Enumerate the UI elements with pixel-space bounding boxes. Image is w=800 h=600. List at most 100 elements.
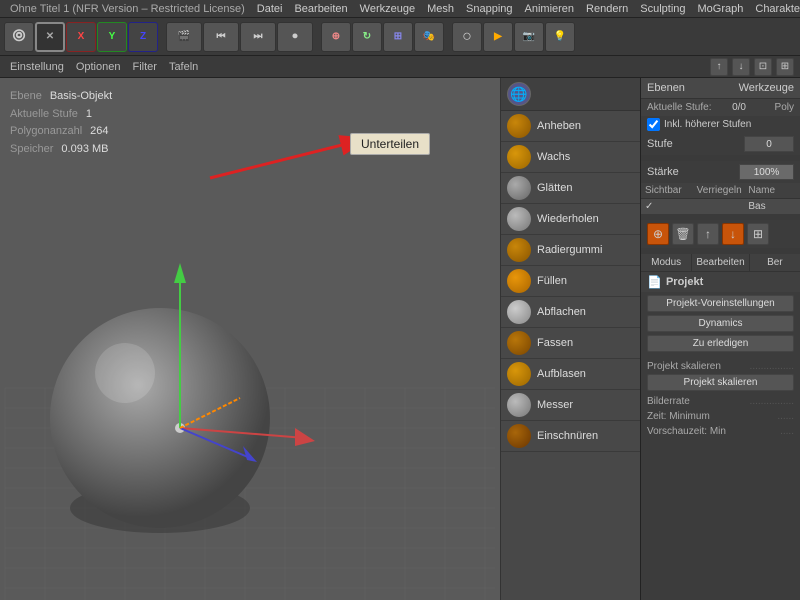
tool-radiergummi-icon xyxy=(507,238,531,262)
menu-optionen[interactable]: Optionen xyxy=(72,61,125,73)
tool-buttons: ⊕ ↻ ⊞ 🎭 xyxy=(321,22,444,52)
tb2-icon2[interactable]: ↓ xyxy=(732,58,750,76)
tool-fuellen[interactable]: Füllen xyxy=(501,266,640,297)
move-up-btn[interactable]: ↑ xyxy=(697,223,719,245)
tool-wachs-label: Wachs xyxy=(537,151,570,163)
tool-fassen[interactable]: Fassen xyxy=(501,328,640,359)
tool-fuellen-label: Füllen xyxy=(537,275,567,287)
tool-wachs[interactable]: Wachs xyxy=(501,142,640,173)
tool-einschnueren-label: Einschnüren xyxy=(537,430,598,442)
tab-modus[interactable]: Modus xyxy=(641,254,692,271)
scale-btn[interactable]: ⊞ xyxy=(383,22,413,52)
dynamics-btn[interactable]: Dynamics xyxy=(647,315,794,332)
tool-aufblasen[interactable]: Aufblasen xyxy=(501,359,640,390)
projekt-skalieren-label-row: Projekt skalieren ................ xyxy=(647,359,794,374)
tab-werkzeuge[interactable]: Werkzeuge xyxy=(739,82,794,94)
tool-anheben-icon xyxy=(507,114,531,138)
menu-mesh[interactable]: Mesh xyxy=(421,3,460,15)
projekt-skalieren-btn[interactable]: Projekt skalieren xyxy=(647,374,794,391)
tool-wachs-icon xyxy=(507,145,531,169)
tool-aufblasen-label: Aufblasen xyxy=(537,368,586,380)
tool-glaetten-icon xyxy=(507,176,531,200)
projekt-voreinstellungen-btn[interactable]: Projekt-Voreinstellungen xyxy=(647,295,794,312)
menu-datei[interactable]: Datei xyxy=(251,3,289,15)
main-toolbar: ⦾ ✕ X Y Z 🎬 ⏮ ⏭ ⏺ ⊕ ↻ ⊞ 🎭 ○ ▶ 📷 💡 xyxy=(0,18,800,56)
light-btn[interactable]: 💡 xyxy=(545,22,575,52)
menu-bearbeiten[interactable]: Bearbeiten xyxy=(288,3,353,15)
mode-buttons: ⦾ ✕ X Y Z xyxy=(4,22,158,52)
stufe-input[interactable] xyxy=(744,136,794,152)
anim-btn4[interactable]: ⏺ xyxy=(277,22,313,52)
col-name: Name xyxy=(748,185,796,196)
layer-row[interactable]: ✓ Bas xyxy=(641,199,800,214)
settings-layer-btn[interactable]: ⊞ xyxy=(747,223,769,245)
staerke-input[interactable] xyxy=(739,164,794,180)
menu-werkzeuge[interactable]: Werkzeuge xyxy=(354,3,421,15)
poly-label-right: Poly xyxy=(775,102,794,113)
menu-charakter[interactable]: Charakter xyxy=(749,3,800,15)
tool-radiergummi[interactable]: Radiergummi xyxy=(501,235,640,266)
move-down-btn[interactable]: ↓ xyxy=(722,223,744,245)
stufe-row: Stufe xyxy=(641,133,800,155)
mesh-mode-btn[interactable]: ✕ xyxy=(35,22,65,52)
tool-einschnueren[interactable]: Einschnüren xyxy=(501,421,640,452)
tool-abflachen[interactable]: Abflachen xyxy=(501,297,640,328)
viewport-3d[interactable]: Ebene Basis-Objekt Aktuelle Stufe 1 Poly… xyxy=(0,78,500,600)
name-val: Bas xyxy=(748,201,796,212)
main-area: Ebene Basis-Objekt Aktuelle Stufe 1 Poly… xyxy=(0,78,800,600)
tool-wiederholen-label: Wiederholen xyxy=(537,213,599,225)
bilderrate-label: Bilderrate xyxy=(647,396,690,407)
aktuelle-stufe-label: Aktuelle Stufe: xyxy=(647,102,711,113)
rotate-btn[interactable]: ↻ xyxy=(352,22,382,52)
tool-messer[interactable]: Messer xyxy=(501,390,640,421)
menu-sculpting[interactable]: Sculpting xyxy=(634,3,691,15)
menu-animieren[interactable]: Animieren xyxy=(519,3,581,15)
stufe-label: Aktuelle Stufe xyxy=(10,106,78,124)
menu-snapping[interactable]: Snapping xyxy=(460,3,519,15)
tb2-icon1[interactable]: ↑ xyxy=(710,58,728,76)
anim-btn1[interactable]: 🎬 xyxy=(166,22,202,52)
anim-btn3[interactable]: ⏭ xyxy=(240,22,276,52)
staerke-row: Stärke xyxy=(641,161,800,183)
move-btn[interactable]: ⊕ xyxy=(321,22,351,52)
sichtbar-check[interactable]: ✓ xyxy=(645,201,693,212)
popup-unterteilen[interactable]: Unterteilen xyxy=(350,133,430,155)
staerke-label: Stärke xyxy=(647,166,679,178)
inkl-checkbox[interactable] xyxy=(647,118,660,131)
cam-btn[interactable]: 📷 xyxy=(514,22,544,52)
anim-buttons: 🎬 ⏮ ⏭ ⏺ xyxy=(166,22,313,52)
render-btn[interactable]: ▶ xyxy=(483,22,513,52)
model-mode-btn[interactable]: ⦾ xyxy=(4,22,34,52)
globe-icon: 🌐 xyxy=(507,82,531,106)
tool-glaetten[interactable]: Glätten xyxy=(501,173,640,204)
table-header: Sichtbar Verriegeln Name xyxy=(641,183,800,199)
add-layer-btn[interactable]: ⊕ xyxy=(647,223,669,245)
menu-tafeln[interactable]: Tafeln xyxy=(165,61,202,73)
tab-ber[interactable]: Ber xyxy=(750,254,800,271)
tool-einschnueren-icon xyxy=(507,424,531,448)
tb2-icon4[interactable]: ⊞ xyxy=(776,58,794,76)
menu-rendern[interactable]: Rendern xyxy=(580,3,634,15)
tab-ebenen[interactable]: Ebenen xyxy=(647,82,685,94)
axis-y-btn[interactable]: Y xyxy=(97,22,127,52)
poly-label: Polygonanzahl xyxy=(10,123,82,141)
menu-mograph[interactable]: MoGraph xyxy=(692,3,750,15)
menu-einstellung[interactable]: Einstellung xyxy=(6,61,68,73)
menu-filter[interactable]: Filter xyxy=(128,61,160,73)
zu-erledigen-btn[interactable]: Zu erledigen xyxy=(647,335,794,352)
mode-tabs: Modus Bearbeiten Ber xyxy=(641,254,800,272)
tool-anheben[interactable]: Anheben xyxy=(501,111,640,142)
sculpt-btn[interactable]: 🎭 xyxy=(414,22,444,52)
axis-z-btn[interactable]: Z xyxy=(128,22,158,52)
vorschauzeit-row: Vorschauzeit: Min ..... xyxy=(647,424,794,439)
tool-wiederholen[interactable]: Wiederholen xyxy=(501,204,640,235)
projekt-header: 📄 Projekt xyxy=(641,272,800,292)
anim-btn2[interactable]: ⏮ xyxy=(203,22,239,52)
axis-x-btn[interactable]: X xyxy=(66,22,96,52)
poly-val: 264 xyxy=(90,123,108,141)
delete-layer-btn[interactable]: 🗑 xyxy=(672,223,694,245)
tab-bearbeiten[interactable]: Bearbeiten xyxy=(692,254,749,271)
inkl-row: Inkl. höherer Stufen xyxy=(641,116,800,133)
tb2-icon3[interactable]: ⊡ xyxy=(754,58,772,76)
sphere-btn[interactable]: ○ xyxy=(452,22,482,52)
